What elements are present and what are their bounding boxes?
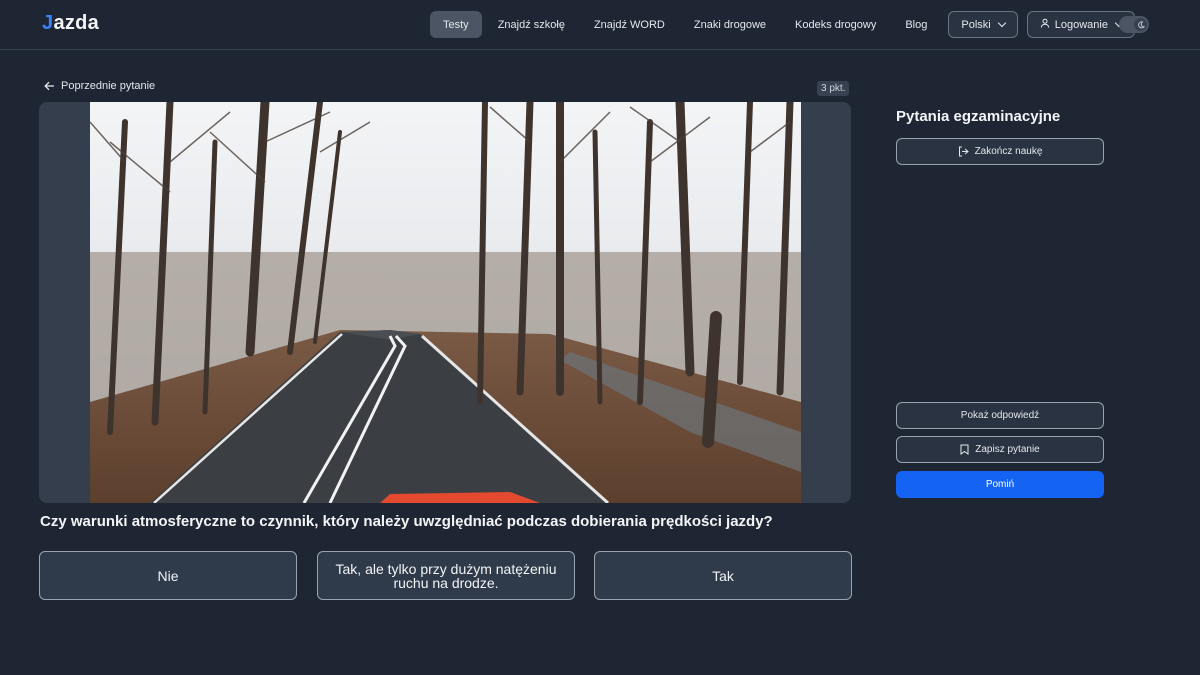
arrow-left-icon xyxy=(44,81,54,91)
theme-toggle[interactable] xyxy=(1119,16,1149,33)
moon-icon xyxy=(1134,18,1147,31)
chevron-down-icon xyxy=(997,18,1006,27)
login-label: Logowanie xyxy=(1054,18,1108,31)
road-scene-image xyxy=(90,102,801,503)
nav-find-school[interactable]: Znajdź szkołę xyxy=(485,11,578,38)
main-nav: Testy Znajdź szkołę Znajdź WORD Znaki dr… xyxy=(430,11,1135,38)
nav-blog[interactable]: Blog xyxy=(892,11,940,38)
answer-option-2[interactable]: Tak, ale tylko przy dużym natężeniu ruch… xyxy=(317,551,575,600)
previous-question-link[interactable]: Poprzednie pytanie xyxy=(44,80,155,92)
save-question-label: Zapisz pytanie xyxy=(975,444,1040,455)
skip-label: Pomiń xyxy=(985,479,1015,490)
previous-question-label: Poprzednie pytanie xyxy=(61,80,156,92)
logo-mark: J xyxy=(42,12,54,34)
language-label: Polski xyxy=(961,18,991,31)
end-session-button[interactable]: Zakończ naukę xyxy=(896,138,1104,165)
user-icon xyxy=(1040,18,1050,31)
logo-text: azda xyxy=(53,12,100,34)
save-question-button[interactable]: Zapisz pytanie xyxy=(896,436,1104,463)
side-panel-title: Pytania egzaminacyjne xyxy=(896,108,1061,125)
language-select[interactable]: Polski xyxy=(948,11,1018,38)
points-badge: 3 pkt. xyxy=(817,81,850,96)
answer-option-1[interactable]: Nie xyxy=(39,551,297,600)
nav-traffic-code[interactable]: Kodeks drogowy xyxy=(782,11,889,38)
show-answer-label: Pokaż odpowiedź xyxy=(960,410,1040,421)
answer-option-3[interactable]: Tak xyxy=(594,551,852,600)
logout-icon xyxy=(958,146,969,157)
logo[interactable]: Jazda xyxy=(42,12,99,35)
end-session-label: Zakończ naukę xyxy=(974,146,1043,157)
question-media xyxy=(39,102,851,503)
nav-road-signs[interactable]: Znaki drogowe xyxy=(681,11,779,38)
top-navbar: Jazda Testy Znajdź szkołę Znajdź WORD Zn… xyxy=(0,0,1200,50)
nav-testy[interactable]: Testy xyxy=(430,11,482,38)
show-answer-button[interactable]: Pokaż odpowiedź xyxy=(896,402,1104,429)
skip-button[interactable]: Pomiń xyxy=(896,471,1104,498)
question-text: Czy warunki atmosferyczne to czynnik, kt… xyxy=(40,513,773,530)
nav-find-word[interactable]: Znajdź WORD xyxy=(581,11,678,38)
bookmark-icon xyxy=(960,444,969,455)
